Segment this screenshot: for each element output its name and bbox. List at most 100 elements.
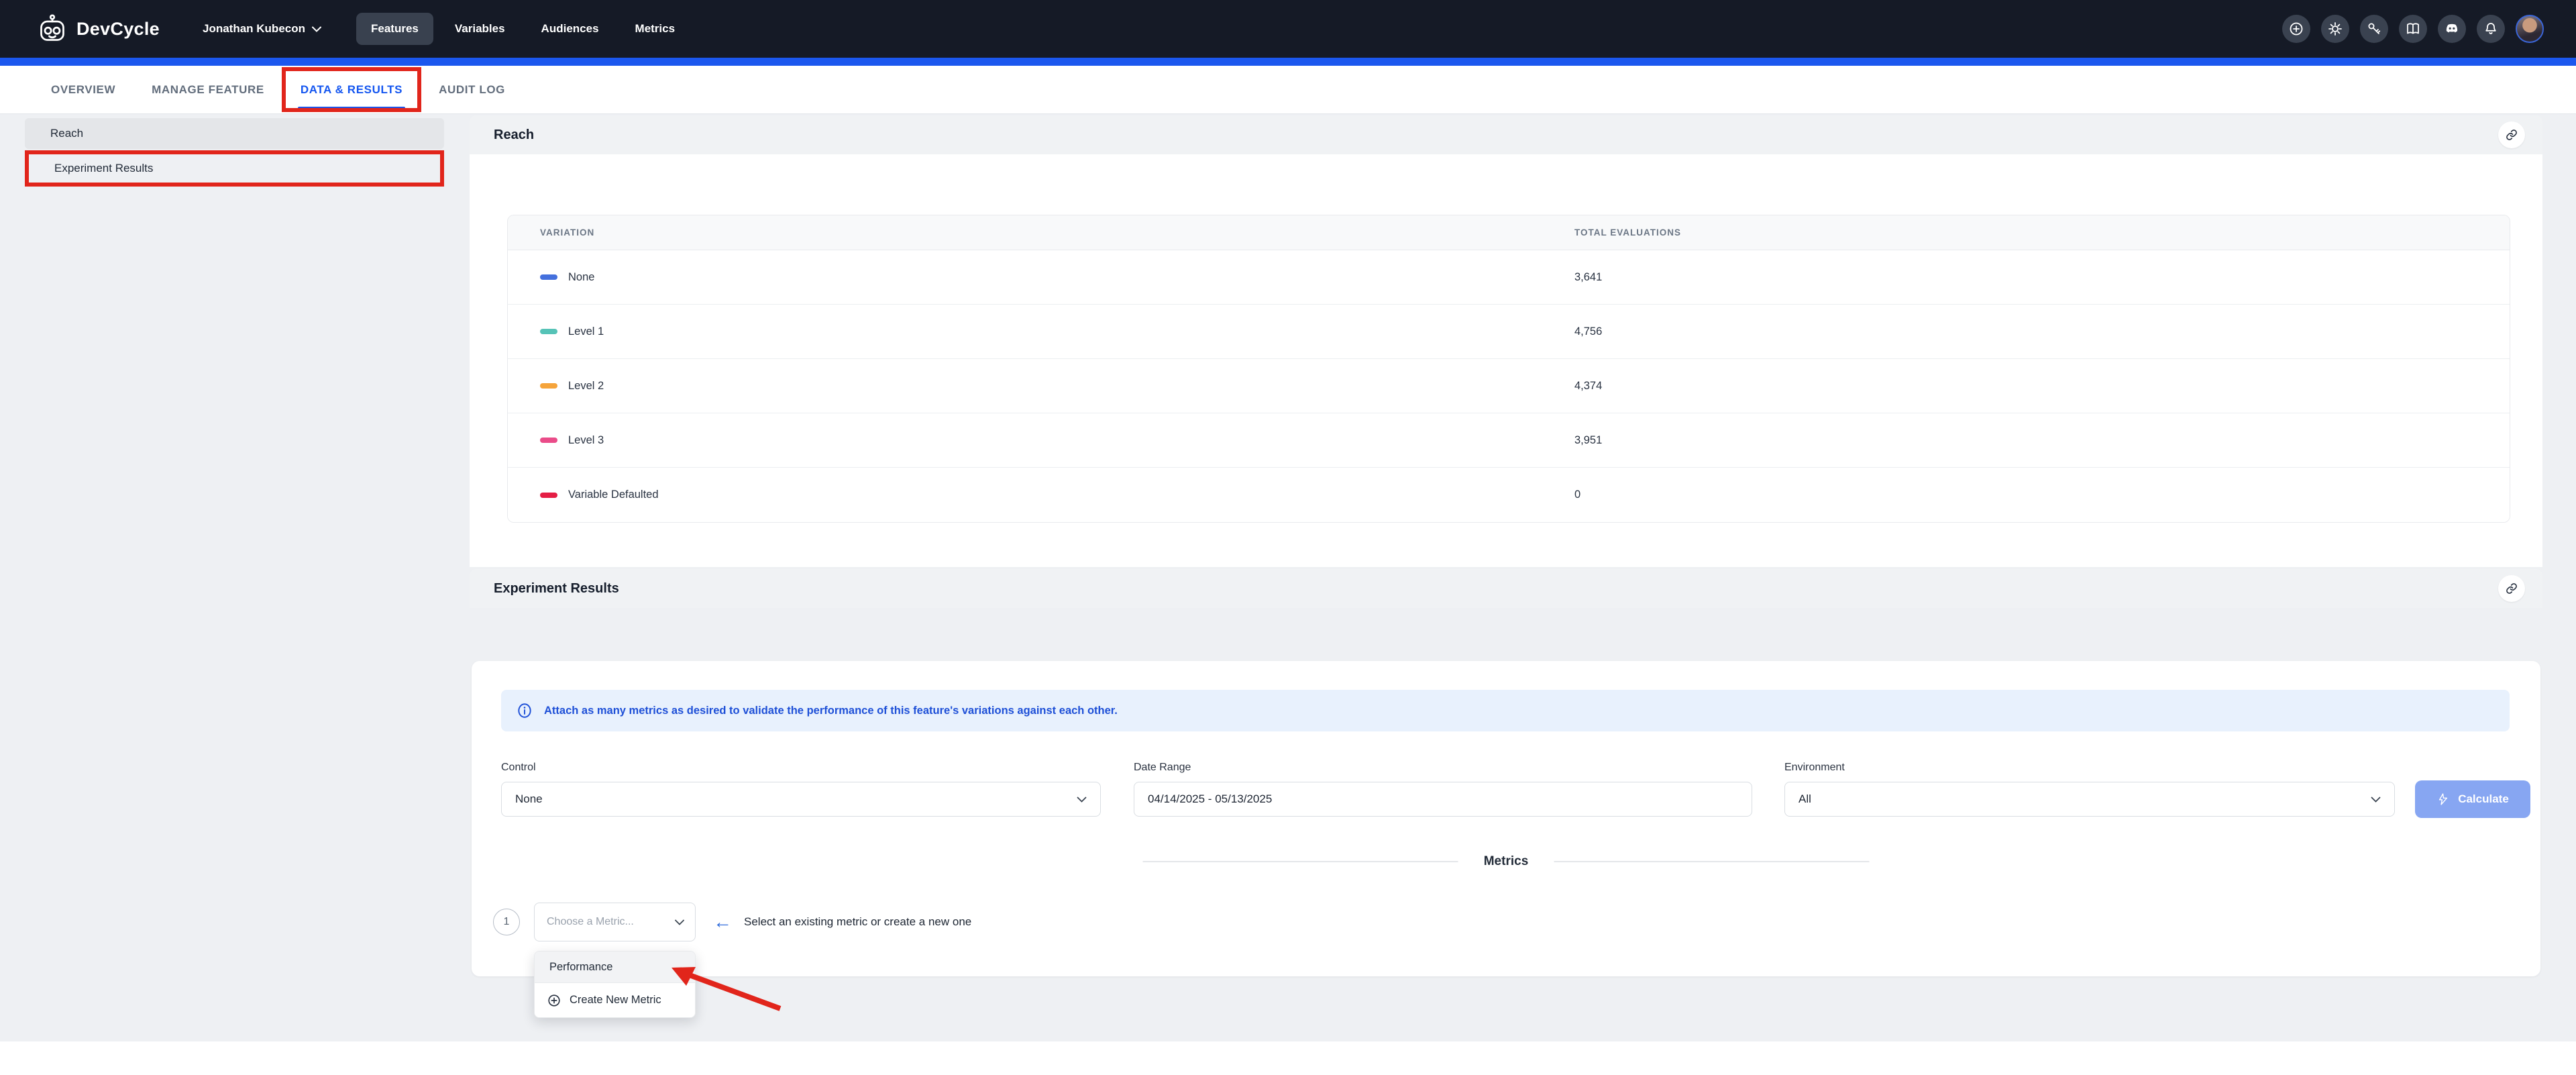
- dropdown-option-performance[interactable]: Performance: [535, 952, 695, 983]
- tab-overview[interactable]: OVERVIEW: [48, 66, 118, 113]
- control-select-value: None: [515, 792, 543, 806]
- table-row: Level 2 4,374: [508, 359, 2510, 413]
- metric-hint-text: Select an existing metric or create a ne…: [744, 915, 971, 929]
- experiment-results-section-title: Experiment Results: [494, 581, 619, 597]
- total-evaluations-value: 3,641: [1574, 271, 1602, 284]
- variation-name: Level 2: [568, 380, 604, 393]
- bottom-strip: [0, 1041, 2576, 1075]
- chevron-down-icon: [2371, 797, 2381, 803]
- plus-circle-icon: [547, 993, 561, 1008]
- environment-label: Environment: [1784, 762, 1845, 774]
- tab-manage-feature[interactable]: MANAGE FEATURE: [149, 66, 267, 113]
- tab-manage-feature-label: MANAGE FEATURE: [152, 83, 264, 97]
- variation-name: Level 3: [568, 434, 604, 447]
- metric-index-number: 1: [504, 916, 510, 928]
- info-icon: [516, 702, 533, 719]
- metric-dropdown-menu: Performance Create New Metric: [534, 951, 696, 1018]
- environment-select[interactable]: All: [1784, 782, 2395, 817]
- experiment-results-permalink-button[interactable]: [2498, 575, 2525, 602]
- devcycle-app: DevCycle Jonathan Kubecon Features Varia…: [0, 0, 2576, 1075]
- metrics-divider: Metrics: [1143, 854, 1870, 869]
- experiment-results-section-header: Experiment Results: [470, 569, 2542, 608]
- reach-section-title: Reach: [494, 127, 534, 143]
- calculate-button[interactable]: Calculate: [2415, 780, 2530, 818]
- reach-panel: VARIATION TOTAL EVALUATIONS None 3,641 L…: [470, 154, 2542, 567]
- metric-index-badge: 1: [493, 909, 520, 935]
- accent-bar: [0, 58, 2576, 66]
- tab-data-results-label: DATA & RESULTS: [301, 83, 402, 97]
- date-range-label: Date Range: [1134, 762, 1191, 774]
- table-row: Level 3 3,951: [508, 413, 2510, 468]
- project-switcher-label: Jonathan Kubecon: [203, 22, 305, 36]
- variation-color-dash: [540, 329, 557, 334]
- variation-color-dash: [540, 383, 557, 389]
- total-evaluations-value: 4,756: [1574, 325, 1602, 338]
- chevron-down-icon: [675, 919, 684, 925]
- dropdown-option-create-new-metric-label: Create New Metric: [570, 994, 661, 1007]
- reach-section-header: Reach: [470, 115, 2542, 154]
- page-body: Reach Experiment Results Reach VARIATION: [0, 114, 2576, 1041]
- docs-button[interactable]: [2399, 15, 2427, 43]
- link-icon: [2506, 582, 2518, 595]
- api-keys-button[interactable]: [2360, 15, 2388, 43]
- variation-name: None: [568, 271, 594, 284]
- environment-select-value: All: [1799, 792, 1811, 806]
- date-range-value: 04/14/2025 - 05/13/2025: [1148, 792, 1272, 806]
- calculate-button-label: Calculate: [2458, 792, 2509, 806]
- project-switcher[interactable]: Jonathan Kubecon: [192, 14, 332, 44]
- discord-icon: [2443, 20, 2461, 38]
- user-avatar[interactable]: [2516, 15, 2544, 43]
- control-label: Control: [501, 762, 536, 774]
- gear-icon: [2327, 21, 2343, 37]
- reach-table: VARIATION TOTAL EVALUATIONS None 3,641 L…: [507, 215, 2510, 523]
- tab-audit-log[interactable]: AUDIT LOG: [436, 66, 508, 113]
- choose-metric-select[interactable]: Choose a Metric...: [534, 903, 696, 941]
- sidebar-item-experiment-results[interactable]: Experiment Results: [25, 150, 444, 187]
- active-tab-underline: [298, 107, 405, 110]
- dropdown-option-create-new-metric[interactable]: Create New Metric: [535, 983, 695, 1017]
- nav-item-variables[interactable]: Variables: [440, 13, 520, 45]
- chevron-down-icon: [312, 26, 321, 32]
- discord-button[interactable]: [2438, 15, 2466, 43]
- sidebar-item-reach[interactable]: Reach: [25, 118, 444, 149]
- variation-name: Level 1: [568, 325, 604, 338]
- experiment-results-card: Attach as many metrics as desired to val…: [472, 661, 2540, 976]
- add-circle-button[interactable]: [2282, 15, 2310, 43]
- sidebar-item-experiment-results-label: Experiment Results: [54, 162, 153, 175]
- nav-item-metrics[interactable]: Metrics: [621, 13, 690, 45]
- reach-table-header: VARIATION TOTAL EVALUATIONS: [508, 215, 2510, 250]
- dropdown-option-performance-label: Performance: [549, 961, 612, 974]
- bell-icon: [2483, 21, 2499, 37]
- left-arrow-glyph: ←: [713, 913, 732, 931]
- notifications-button[interactable]: [2477, 15, 2505, 43]
- table-row: None 3,641: [508, 250, 2510, 305]
- tab-overview-label: OVERVIEW: [51, 83, 115, 97]
- table-row: Level 1 4,756: [508, 305, 2510, 359]
- total-evaluations-value: 4,374: [1574, 380, 1602, 393]
- reach-permalink-button[interactable]: [2498, 121, 2525, 148]
- variation-color-dash: [540, 438, 557, 443]
- tab-data-results[interactable]: DATA & RESULTS: [298, 66, 405, 113]
- info-banner: Attach as many metrics as desired to val…: [501, 690, 2510, 731]
- lightning-bolt-icon: [2436, 792, 2450, 806]
- key-icon: [2366, 21, 2382, 37]
- sidebar-item-reach-label: Reach: [50, 127, 83, 140]
- settings-button[interactable]: [2321, 15, 2349, 43]
- date-range-input[interactable]: 04/14/2025 - 05/13/2025: [1134, 782, 1752, 817]
- info-banner-text: Attach as many metrics as desired to val…: [544, 705, 1118, 717]
- metrics-heading: Metrics: [1484, 854, 1529, 869]
- metric-row: 1 Choose a Metric... ← Select an existin…: [493, 903, 971, 941]
- primary-nav: Features Variables Audiences Metrics: [356, 13, 690, 45]
- nav-item-audiences[interactable]: Audiences: [527, 13, 614, 45]
- brand[interactable]: DevCycle: [38, 14, 160, 44]
- column-total-evaluations: TOTAL EVALUATIONS: [1574, 227, 1681, 238]
- choose-metric-placeholder: Choose a Metric...: [547, 916, 634, 928]
- nav-item-features[interactable]: Features: [356, 13, 433, 45]
- control-select[interactable]: None: [501, 782, 1101, 817]
- brand-name: DevCycle: [76, 19, 160, 40]
- table-row: Variable Defaulted 0: [508, 468, 2510, 522]
- variation-name: Variable Defaulted: [568, 489, 659, 501]
- divider-line: [1554, 861, 1869, 862]
- top-navbar: DevCycle Jonathan Kubecon Features Varia…: [0, 0, 2576, 58]
- link-icon: [2506, 129, 2518, 141]
